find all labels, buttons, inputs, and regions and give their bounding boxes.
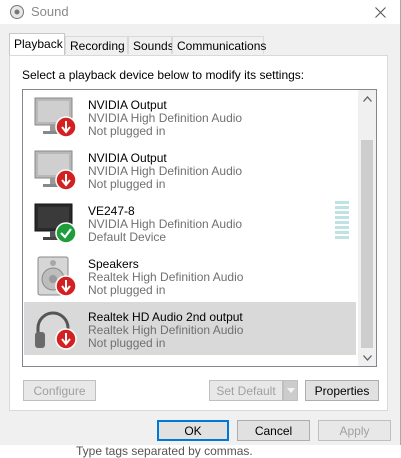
tab-recording[interactable]: Recording [65, 36, 128, 54]
device-name: NVIDIA Output [88, 151, 167, 165]
speaker-app-icon [10, 5, 24, 19]
device-list[interactable]: NVIDIA Output NVIDIA High Definition Aud… [22, 89, 377, 367]
chevron-down-icon [363, 354, 372, 361]
device-name: NVIDIA Output [88, 98, 167, 112]
device-driver: Realtek High Definition Audio [88, 270, 244, 284]
cancel-button[interactable]: Cancel [237, 420, 310, 441]
vertical-scrollbar[interactable] [358, 90, 376, 366]
device-driver: Realtek High Definition Audio [88, 323, 244, 337]
list-item[interactable]: NVIDIA Output NVIDIA High Definition Aud… [24, 90, 356, 143]
not-plugged-in-icon [55, 169, 77, 191]
not-plugged-in-icon [55, 328, 77, 350]
scroll-up-button[interactable] [359, 90, 376, 107]
tab-communications[interactable]: Communications [172, 36, 266, 54]
device-driver: NVIDIA High Definition Audio [88, 217, 243, 231]
list-item-selected[interactable]: Realtek HD Audio 2nd output Realtek High… [24, 302, 356, 355]
device-name: Realtek HD Audio 2nd output [88, 310, 243, 324]
device-status: Not plugged in [88, 336, 166, 350]
instruction-text: Select a playback device below to modify… [22, 68, 305, 82]
not-plugged-in-icon [55, 116, 77, 138]
device-status: Default Device [88, 230, 167, 244]
ok-button[interactable]: OK [157, 420, 229, 441]
device-status: Not plugged in [88, 283, 166, 297]
background-window-text: Type tags separated by commas. [76, 444, 253, 458]
volume-level-meter [335, 201, 349, 243]
list-item[interactable]: VE247-8 NVIDIA High Definition Audio Def… [24, 196, 356, 249]
tab-sounds[interactable]: Sounds [128, 36, 174, 54]
device-name: VE247-8 [88, 204, 135, 218]
title-bar: Sound [0, 0, 400, 24]
device-name: Speakers [88, 257, 139, 271]
device-status: Not plugged in [88, 177, 166, 191]
window-title: Sound [31, 4, 69, 19]
device-status: Not plugged in [88, 124, 166, 138]
list-item[interactable]: Speakers Realtek High Definition Audio N… [24, 249, 356, 302]
not-plugged-in-icon [55, 275, 77, 297]
scrollbar-thumb[interactable] [361, 140, 373, 348]
sound-dialog: Sound Playback Recording Sounds Communic… [0, 0, 401, 445]
list-item[interactable]: NVIDIA Output NVIDIA High Definition Aud… [24, 143, 356, 196]
device-driver: NVIDIA High Definition Audio [88, 164, 243, 178]
tab-playback[interactable]: Playback [9, 33, 65, 55]
configure-button[interactable]: Configure [23, 380, 96, 401]
playback-panel: Select a playback device below to modify… [9, 55, 388, 411]
set-default-dropdown[interactable] [283, 380, 298, 401]
close-icon [374, 6, 386, 18]
close-button[interactable] [360, 0, 400, 24]
scroll-down-button[interactable] [359, 349, 376, 366]
properties-button[interactable]: Properties [305, 380, 379, 401]
default-checkmark-icon [55, 222, 77, 244]
chevron-down-icon [286, 388, 295, 393]
set-default-button[interactable]: Set Default [209, 380, 283, 401]
device-driver: NVIDIA High Definition Audio [88, 111, 243, 125]
chevron-up-icon [363, 95, 372, 102]
apply-button[interactable]: Apply [318, 420, 391, 441]
